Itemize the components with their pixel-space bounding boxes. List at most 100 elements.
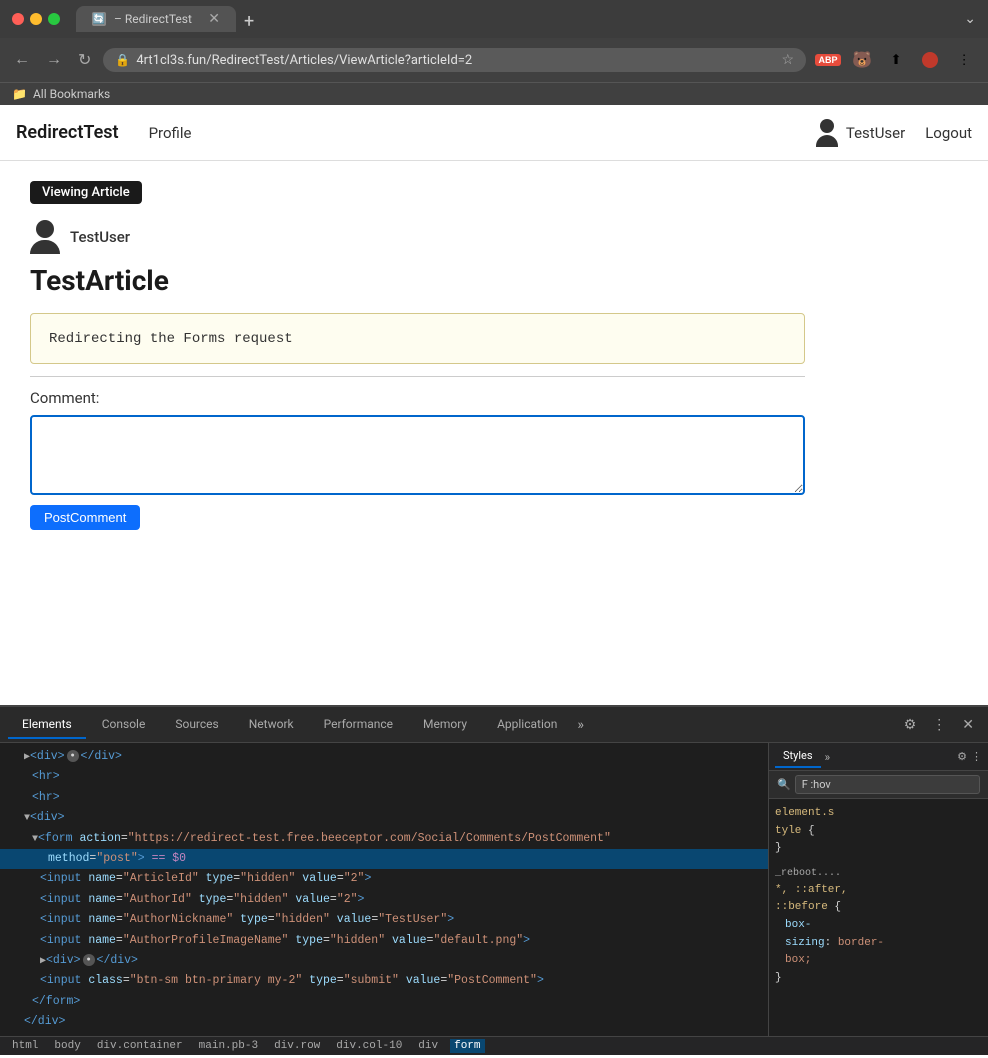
maximize-window-button[interactable] (48, 13, 60, 25)
browser-tabs: 🔄 – RedirectTest ✕ + (76, 6, 956, 32)
tab-close-button[interactable]: ✕ (208, 11, 220, 27)
devtools-tab-performance[interactable]: Performance (310, 711, 407, 739)
statusbar-body[interactable]: body (50, 1039, 84, 1053)
devtools-body: ▶<div>●</div> <hr> <hr> ▼<div> ▼<form ac… (0, 743, 988, 1036)
browser-titlebar: 🔄 – RedirectTest ✕ + ⌄ (0, 0, 988, 38)
author-name: TestUser (70, 228, 130, 246)
statusbar-div-container[interactable]: div.container (93, 1039, 187, 1053)
toolbar-icons: ABP 🐻 ⬆ ⋮ (814, 46, 978, 74)
app-brand[interactable]: RedirectTest (16, 122, 119, 143)
styles-filter-icon: 🔍 (777, 778, 791, 791)
devtools-tabs: Elements Console Sources Network Perform… (0, 707, 988, 743)
devtools-tab-memory[interactable]: Memory (409, 711, 481, 739)
devtools-styles-panel: Styles » ⚙ ⋮ 🔍 F :hov element.style { } (768, 743, 988, 1036)
devtools-tab-console[interactable]: Console (88, 711, 160, 739)
share-button[interactable]: ⬆ (882, 46, 910, 74)
minimize-window-button[interactable] (30, 13, 42, 25)
close-window-button[interactable] (12, 13, 24, 25)
record-button[interactable] (916, 46, 944, 74)
address-bar[interactable]: 🔒 4rt1cl3s.fun/RedirectTest/Articles/Vie… (103, 48, 806, 72)
devtools-line[interactable]: <input name="ArticleId" type="hidden" va… (0, 869, 768, 889)
devtools-tabs-more-icon[interactable]: » (577, 717, 584, 733)
logout-button[interactable]: Logout (925, 124, 972, 142)
statusbar-html[interactable]: html (8, 1039, 42, 1053)
profile-nav-link[interactable]: Profile (139, 118, 202, 148)
viewing-article-badge: Viewing Article (30, 181, 142, 204)
bookmarks-bar-label[interactable]: All Bookmarks (33, 87, 110, 101)
devtools-line[interactable]: ▼<div> (0, 808, 768, 828)
active-tab[interactable]: 🔄 – RedirectTest ✕ (76, 6, 236, 32)
author-row: TestUser (30, 220, 870, 254)
page-content: Viewing Article TestUser TestArticle Red… (0, 161, 900, 550)
statusbar-form[interactable]: form (450, 1039, 484, 1053)
statusbar-main[interactable]: main.pb-3 (195, 1039, 262, 1053)
styles-tabs-more-icon[interactable]: » (825, 750, 831, 764)
new-tab-button[interactable]: + (244, 11, 254, 32)
nav-username: TestUser (846, 124, 905, 142)
styles-settings-icon[interactable]: ⚙ (957, 750, 967, 763)
statusbar-div[interactable]: div (414, 1039, 442, 1053)
traffic-lights (12, 13, 60, 25)
reboot-selector: *, ::after,::before { (775, 882, 982, 917)
devtools-more-button[interactable]: ⋮ (926, 712, 952, 737)
reboot-close: } (775, 970, 982, 988)
devtools-line[interactable]: </div> (0, 1012, 768, 1032)
bear-extension-button[interactable]: 🐻 (848, 46, 876, 74)
styles-actions: ⚙ ⋮ (957, 750, 982, 763)
adblock-button[interactable]: ABP (814, 46, 842, 74)
nav-user: TestUser (816, 119, 905, 147)
user-avatar-head (820, 119, 834, 133)
devtools-line[interactable]: ▶<div>●</div> (0, 951, 768, 971)
devtools-line[interactable]: <hr> (0, 767, 768, 787)
devtools-panel: Elements Console Sources Network Perform… (0, 705, 988, 1055)
bookmarks-folder-icon: 📁 (12, 87, 27, 101)
reboot-rule: _reboot.... *, ::after,::before { box-si… (775, 866, 982, 988)
styles-filter-input[interactable]: F :hov (795, 775, 980, 794)
browser-toolbar: ← → ↻ 🔒 4rt1cl3s.fun/RedirectTest/Articl… (0, 38, 988, 82)
devtools-line-selected[interactable]: method="post"> == $0 (0, 849, 768, 869)
adblock-icon: ABP (815, 54, 840, 66)
devtools-tab-sources[interactable]: Sources (161, 711, 232, 739)
post-comment-button[interactable]: PostComment (30, 505, 140, 530)
tab-menu-button[interactable]: ⌄ (964, 11, 976, 27)
comment-label: Comment: (30, 389, 870, 407)
statusbar-div-row[interactable]: div.row (270, 1039, 324, 1053)
devtools-line[interactable]: ▼<form action="https://redirect-test.fre… (0, 829, 768, 849)
devtools-line[interactable]: <input name="AuthorNickname" type="hidde… (0, 910, 768, 930)
box-sizing-property: box-sizing (785, 919, 825, 949)
devtools-line[interactable]: <input name="AuthorId" type="hidden" val… (0, 890, 768, 910)
devtools-tab-elements[interactable]: Elements (8, 711, 86, 739)
styles-more-icon[interactable]: ⋮ (971, 750, 982, 763)
app-navbar: RedirectTest Profile TestUser Logout (0, 105, 988, 161)
devtools-settings-button[interactable]: ⚙ (898, 712, 923, 737)
article-divider (30, 376, 805, 377)
reboot-body: box-sizing: border-box; (775, 917, 982, 970)
element-style-selector: element.style { (775, 805, 982, 840)
tab-title: – RedirectTest (114, 12, 200, 26)
devtools-tab-network[interactable]: Network (235, 711, 308, 739)
devtools-line[interactable]: </form> (0, 992, 768, 1012)
bookmark-star-icon[interactable]: ☆ (781, 52, 794, 68)
devtools-line[interactable]: ▶<div>●</div> (0, 747, 768, 767)
share-icon: ⬆ (890, 52, 901, 68)
user-avatar-torso (816, 135, 838, 147)
comment-textarea[interactable] (30, 415, 805, 495)
article-body-box: Redirecting the Forms request (30, 313, 805, 364)
devtools-line[interactable]: <input name="AuthorProfileImageName" typ… (0, 931, 768, 951)
devtools-close-button[interactable]: ✕ (956, 712, 980, 737)
back-button[interactable]: ← (10, 49, 34, 71)
lock-icon: 🔒 (115, 53, 130, 67)
forward-button[interactable]: → (42, 49, 66, 71)
reboot-source: _reboot.... (775, 866, 982, 882)
styles-tab-styles[interactable]: Styles (775, 745, 821, 768)
statusbar-div-col[interactable]: div.col-10 (332, 1039, 406, 1053)
styles-tabs: Styles » ⚙ ⋮ (769, 743, 988, 771)
devtools-line[interactable]: <input class="btn-sm btn-primary my-2" t… (0, 971, 768, 991)
url-text: 4rt1cl3s.fun/RedirectTest/Articles/ViewA… (136, 53, 775, 68)
reload-button[interactable]: ↻ (74, 48, 95, 72)
devtools-line[interactable]: <hr> (0, 788, 768, 808)
styles-content: element.style { } _reboot.... *, ::after… (769, 799, 988, 1001)
devtools-tab-application[interactable]: Application (483, 711, 571, 739)
more-button[interactable]: ⋮ (950, 46, 978, 74)
devtools-elements-panel[interactable]: ▶<div>●</div> <hr> <hr> ▼<div> ▼<form ac… (0, 743, 768, 1036)
